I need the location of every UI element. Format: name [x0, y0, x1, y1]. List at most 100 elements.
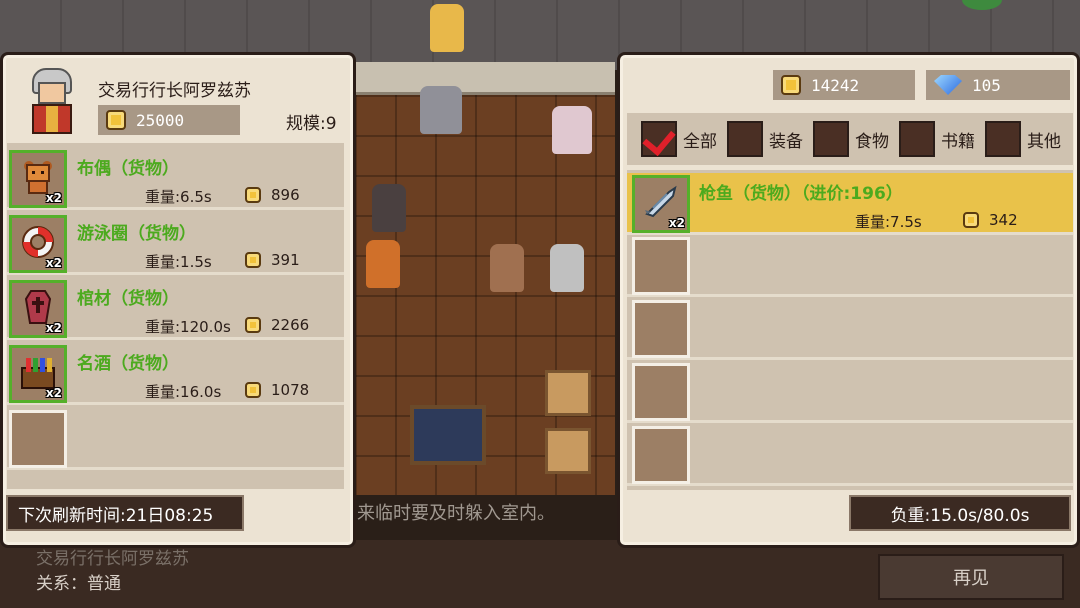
npc-sprite: [372, 184, 406, 232]
item-name: 名酒（货物）: [77, 354, 179, 374]
item-price: 391: [245, 251, 300, 269]
item-price-value: 391: [271, 251, 300, 269]
item-qty: x2: [668, 216, 685, 230]
doll-icon: [24, 161, 52, 194]
item-price-value: 2266: [271, 316, 310, 334]
hero-sprite: [430, 4, 464, 52]
empty-slot[interactable]: [632, 237, 690, 295]
merchant-name: 交易行行长阿罗兹苏: [98, 81, 251, 101]
swim-ring-icon: [22, 226, 54, 258]
empty-slot[interactable]: [632, 300, 690, 358]
list-item-empty[interactable]: [627, 235, 1073, 297]
banner-text: 来临时要及时躲入室内。: [357, 503, 555, 524]
filter-label: 食物: [855, 131, 889, 152]
item-price-value: 1078: [271, 381, 310, 399]
scene-crate: [545, 370, 591, 416]
player-gold-value: 14242: [811, 75, 860, 95]
merchant-item-list[interactable]: x2 布偶（货物） 重量:6.5s 896 x2 游泳圈（货物） 重量:1.5s…: [7, 143, 344, 489]
list-item-empty[interactable]: [7, 408, 344, 470]
item-slot[interactable]: x2: [9, 280, 67, 338]
checkbox-icon[interactable]: [813, 121, 849, 157]
list-item[interactable]: x2 棺材（货物） 重量:120.0s 2266: [7, 278, 344, 340]
list-item-empty[interactable]: [627, 424, 1073, 486]
item-slot[interactable]: x2: [9, 215, 67, 273]
filter-other[interactable]: 其他: [985, 121, 1061, 157]
merchant-gold-value: 25000: [136, 110, 185, 130]
list-item[interactable]: x2 布偶（货物） 重量:6.5s 896: [7, 148, 344, 210]
list-item-empty[interactable]: [627, 298, 1073, 360]
list-item-empty[interactable]: [627, 361, 1073, 423]
item-weight: 重量:16.0s: [145, 383, 222, 401]
coin-icon: [106, 110, 126, 130]
scene-shelf: [355, 62, 615, 96]
checkbox-icon[interactable]: [899, 121, 935, 157]
filter-equipment[interactable]: 装备: [727, 121, 803, 157]
filter-food[interactable]: 食物: [813, 121, 889, 157]
npc-sprite: [366, 240, 400, 288]
dialog-relation: 关系：普通: [36, 574, 121, 594]
bot-sprite: [552, 106, 592, 154]
item-slot[interactable]: x2: [9, 150, 67, 208]
item-weight: 重量:120.0s: [145, 318, 231, 336]
coin-icon: [245, 382, 261, 398]
checkbox-icon[interactable]: [727, 121, 763, 157]
item-weight: 重量:6.5s: [145, 188, 212, 206]
item-qty: x2: [45, 386, 62, 400]
item-price: 342: [963, 211, 1018, 229]
item-price: 2266: [245, 316, 309, 334]
coffin-icon: [24, 290, 52, 324]
category-filters: 全部 装备 食物 书籍 其他: [627, 113, 1073, 165]
item-price-value: 896: [271, 186, 300, 204]
item-name: 棺材（货物）: [77, 289, 179, 309]
diamond-icon: [934, 75, 962, 95]
goodbye-button[interactable]: 再见: [878, 554, 1064, 600]
player-inventory[interactable]: x2 枪鱼（货物）（进价:196） 重量:7.5s 342: [627, 170, 1073, 490]
filter-label: 全部: [683, 131, 717, 152]
item-qty: x2: [45, 321, 62, 335]
empty-slot[interactable]: [632, 426, 690, 484]
player-gold: 14242: [773, 70, 915, 100]
merchant-portrait: [26, 68, 78, 140]
filter-label: 其他: [1027, 131, 1061, 152]
item-name: 枪鱼（货物）（进价:196）: [699, 184, 903, 204]
coin-icon: [781, 75, 801, 95]
refresh-time: 下次刷新时间:21日08:25: [6, 495, 244, 531]
fish-icon: [645, 185, 677, 218]
scene-crate: [545, 428, 591, 474]
carry-weight: 负重:15.0s/80.0s: [849, 495, 1071, 531]
list-item-selected[interactable]: x2 枪鱼（货物）（进价:196） 重量:7.5s 342: [627, 173, 1073, 235]
item-slot[interactable]: x2: [632, 175, 690, 233]
coin-icon: [245, 317, 261, 333]
coin-icon: [963, 212, 979, 228]
merchant-gold: 25000: [98, 105, 240, 135]
merchant-sprite: [550, 244, 584, 292]
npc-sprite: [490, 244, 524, 292]
checkbox-icon[interactable]: [985, 121, 1021, 157]
filter-label: 装备: [769, 131, 803, 152]
coin-icon: [245, 187, 261, 203]
item-qty: x2: [45, 256, 62, 270]
filter-all[interactable]: 全部: [641, 121, 717, 157]
item-qty: x2: [45, 191, 62, 205]
player-gems: 105: [926, 70, 1070, 100]
player-gems-value: 105: [972, 75, 1001, 95]
filter-label: 书籍: [941, 131, 975, 152]
filter-books[interactable]: 书籍: [899, 121, 975, 157]
checkbox-checked-icon[interactable]: [641, 121, 677, 157]
item-price: 1078: [245, 381, 309, 399]
item-name: 游泳圈（货物）: [77, 224, 196, 244]
merchant-scale: 规模:9: [286, 114, 337, 134]
scene-table: [410, 405, 486, 465]
wine-crate-icon: [21, 358, 55, 389]
list-item[interactable]: x2 游泳圈（货物） 重量:1.5s 391: [7, 213, 344, 275]
item-slot[interactable]: x2: [9, 345, 67, 403]
empty-slot[interactable]: [9, 410, 67, 468]
item-name: 布偶（货物）: [77, 159, 179, 179]
coin-icon: [245, 252, 261, 268]
item-price: 896: [245, 186, 300, 204]
list-item[interactable]: x2 名酒（货物） 重量:16.0s 1078: [7, 343, 344, 405]
empty-slot[interactable]: [632, 363, 690, 421]
robot-sprite: [420, 86, 462, 134]
item-price-value: 342: [989, 211, 1018, 229]
item-weight: 重量:1.5s: [145, 253, 212, 271]
